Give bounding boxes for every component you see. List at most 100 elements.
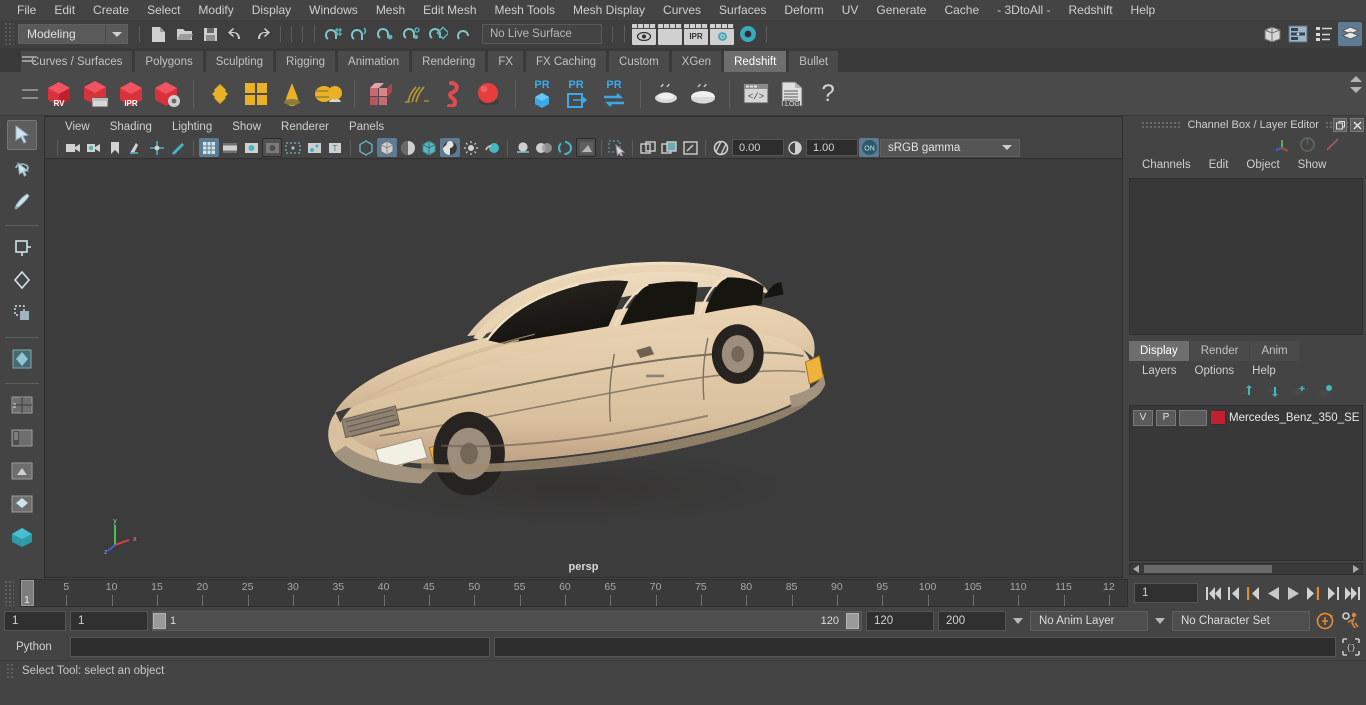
auto-keyframe-toggle-icon[interactable] xyxy=(1314,610,1336,632)
time-slider-track[interactable]: 1 5 10 15 20 25 30 35 40 45 50 55 60 65 70 75 80 85 90 95 1… xyxy=(20,579,1128,607)
select-tool-icon[interactable] xyxy=(7,120,37,150)
redshift-render-view-icon[interactable]: RV xyxy=(42,76,76,112)
snap-to-point-icon[interactable] xyxy=(374,23,398,45)
outliner-persp-layout-icon[interactable] xyxy=(7,423,37,453)
animation-start-field[interactable]: 1 xyxy=(4,611,66,631)
two-sided-lighting-icon[interactable] xyxy=(482,138,502,157)
wireframe-shading-icon[interactable] xyxy=(356,138,376,157)
range-end-field[interactable]: 120 xyxy=(866,611,934,631)
display-layer-a-icon[interactable] xyxy=(638,138,658,157)
menu-select[interactable]: Select xyxy=(138,0,189,20)
status-line-grip[interactable] xyxy=(4,22,14,46)
gamma-field[interactable]: 1.00 xyxy=(806,139,858,156)
make-live-icon[interactable] xyxy=(452,23,476,45)
animation-end-field[interactable]: 200 xyxy=(938,611,1006,631)
chevron-down-icon[interactable] xyxy=(1350,87,1362,93)
viewport-menu-view[interactable]: View xyxy=(55,117,100,137)
exposure-icon[interactable] xyxy=(711,138,731,157)
shelf-menu-icon[interactable] xyxy=(22,54,36,64)
camera-attributes-icon[interactable] xyxy=(84,138,104,157)
paint-select-tool-icon[interactable] xyxy=(7,186,37,216)
hypershade-layout-icon[interactable] xyxy=(7,489,37,519)
layer-display-type-toggle[interactable] xyxy=(1179,409,1207,426)
redshift-material-sphere-icon[interactable] xyxy=(472,76,506,112)
slider-line-icon[interactable] xyxy=(1324,136,1341,153)
viewport-menu-renderer[interactable]: Renderer xyxy=(271,117,339,137)
shelf-tab-rigging[interactable]: Rigging xyxy=(275,50,337,72)
menu-edit[interactable]: Edit xyxy=(45,0,84,20)
display-layer-b-icon[interactable] xyxy=(659,138,679,157)
menu-mesh-tools[interactable]: Mesh Tools xyxy=(486,0,564,20)
close-icon[interactable] xyxy=(1350,118,1365,132)
menu-redshift[interactable]: Redshift xyxy=(1060,0,1122,20)
menu-curves[interactable]: Curves xyxy=(654,0,710,20)
command-input-field[interactable] xyxy=(70,637,490,657)
command-language-label[interactable]: Python xyxy=(4,641,66,653)
menu-create[interactable]: Create xyxy=(84,0,138,20)
hardware-texturing-icon[interactable] xyxy=(419,138,439,157)
shelf-tab-fx-caching[interactable]: FX Caching xyxy=(524,50,608,72)
current-frame-field[interactable]: 1 xyxy=(1134,583,1198,603)
step-back-key-button[interactable] xyxy=(1224,583,1242,603)
anim-layer-select[interactable]: No Anim Layer xyxy=(1030,611,1148,631)
display-layer-c-icon[interactable] xyxy=(680,138,700,157)
layer-menu-layers[interactable]: Layers xyxy=(1133,365,1186,377)
menu-set-selector[interactable]: Modeling xyxy=(18,24,128,44)
gamma-icon[interactable] xyxy=(785,138,805,157)
step-forward-frame-button[interactable] xyxy=(1304,583,1322,603)
channel-box-menu-edit[interactable]: Edit xyxy=(1200,159,1238,171)
render-current-frame-icon[interactable] xyxy=(632,23,656,45)
use-default-material-icon[interactable] xyxy=(440,138,460,157)
lasso-tool-icon[interactable] xyxy=(7,153,37,183)
time-cursor[interactable]: 1 xyxy=(21,580,34,606)
move-layer-down-icon[interactable] xyxy=(1265,385,1281,398)
channel-box-menu-show[interactable]: Show xyxy=(1289,159,1336,171)
go-to-end-button[interactable] xyxy=(1344,583,1362,603)
redshift-log-icon[interactable]: .LOG xyxy=(775,76,809,112)
tab-render[interactable]: Render xyxy=(1189,340,1250,361)
motion-blur-icon[interactable] xyxy=(555,138,575,157)
table-row[interactable]: V P Mercedes_Benz_350_SE xyxy=(1130,408,1362,428)
shelf-tab-sculpting[interactable]: Sculpting xyxy=(204,50,275,72)
four-view-layout-icon[interactable] xyxy=(7,390,37,420)
shelf-tab-rendering[interactable]: Rendering xyxy=(411,50,487,72)
viewport-canvas[interactable]: y x z persp xyxy=(45,159,1122,577)
redshift-ipr-icon[interactable]: IPR xyxy=(114,76,148,112)
redshift-volume-icon[interactable] xyxy=(436,76,470,112)
step-back-frame-button[interactable] xyxy=(1244,583,1262,603)
snap-to-grid-icon[interactable] xyxy=(322,23,346,45)
step-forward-key-button[interactable] xyxy=(1324,583,1342,603)
menu-3dtoall[interactable]: - 3DtoAll - xyxy=(988,0,1059,20)
shelf-tab-custom[interactable]: Custom xyxy=(608,50,670,72)
script-editor-icon[interactable]: {} xyxy=(1340,636,1362,658)
persp-view-layout-icon[interactable] xyxy=(7,456,37,486)
shelf-tab-curves-surfaces[interactable]: Curves / Surfaces xyxy=(20,50,134,72)
redshift-dome-light-icon[interactable] xyxy=(239,76,273,112)
shelf-tab-redshift[interactable]: Redshift xyxy=(723,50,788,72)
multisample-aa-icon[interactable] xyxy=(576,138,596,157)
grease-pencil-icon[interactable] xyxy=(168,138,188,157)
attribute-editor-icon[interactable] xyxy=(1286,22,1310,46)
range-end-handle[interactable] xyxy=(846,613,859,629)
live-surface-field[interactable]: No Live Surface xyxy=(482,24,602,44)
shelf-tab-bullet[interactable]: Bullet xyxy=(788,50,840,72)
save-scene-icon[interactable] xyxy=(198,23,222,45)
tab-display[interactable]: Display xyxy=(1129,340,1189,361)
layer-visibility-toggle[interactable]: V xyxy=(1133,409,1153,426)
menu-file[interactable]: File xyxy=(8,0,45,20)
open-scene-icon[interactable] xyxy=(172,23,196,45)
menu-edit-mesh[interactable]: Edit Mesh xyxy=(414,0,485,20)
channel-box-menu-object[interactable]: Object xyxy=(1237,159,1288,171)
layer-playback-toggle[interactable]: P xyxy=(1156,409,1176,426)
channel-box-list[interactable] xyxy=(1129,178,1364,335)
animation-preferences-icon[interactable] xyxy=(1340,610,1362,632)
range-start-handle[interactable] xyxy=(153,613,166,629)
redshift-render-sequence-icon[interactable] xyxy=(78,76,112,112)
hypershade-icon[interactable] xyxy=(736,23,760,45)
shadows-icon[interactable] xyxy=(513,138,533,157)
tool-settings-icon[interactable] xyxy=(1312,22,1336,46)
select-camera-icon[interactable] xyxy=(63,138,83,157)
menu-help[interactable]: Help xyxy=(1122,0,1165,20)
menu-surfaces[interactable]: Surfaces xyxy=(710,0,775,20)
menu-windows[interactable]: Windows xyxy=(300,0,367,20)
